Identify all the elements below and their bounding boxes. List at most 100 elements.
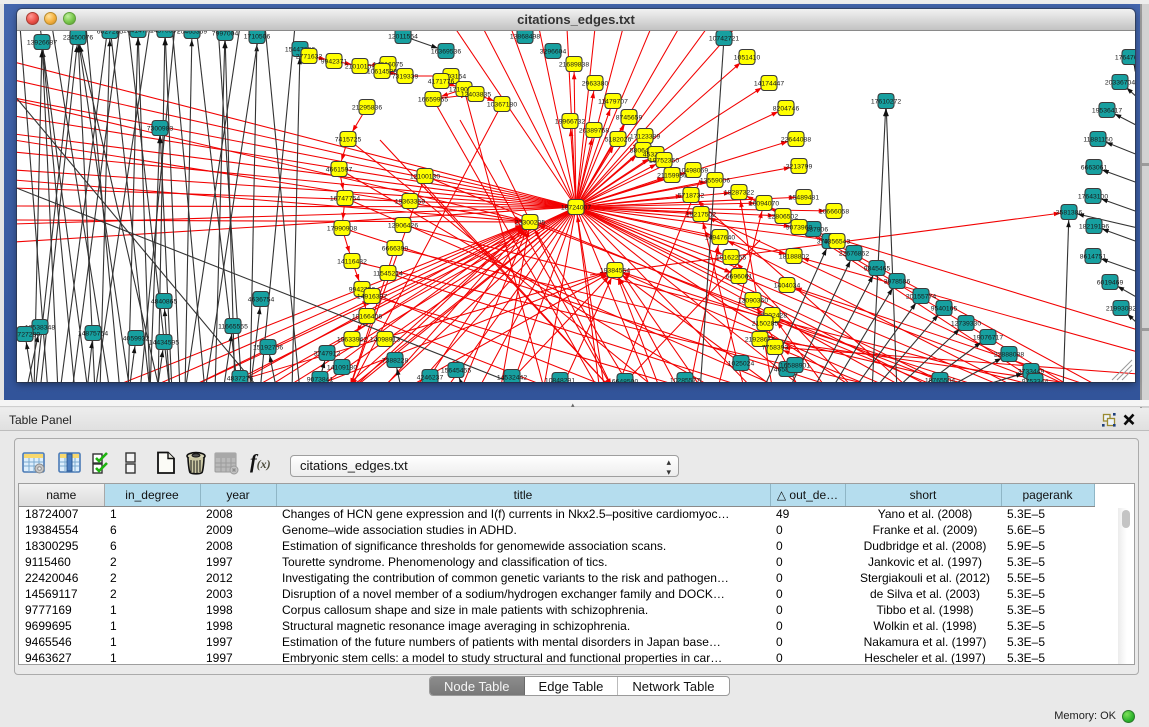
- svg-text:6696061: 6696061: [726, 273, 753, 280]
- svg-text:15645455: 15645455: [441, 367, 471, 374]
- svg-text:1710506: 1710506: [244, 33, 271, 40]
- svg-text:9845465: 9845465: [864, 265, 891, 272]
- svg-text:1051410: 1051410: [734, 54, 761, 61]
- svg-text:14370557: 14370557: [150, 31, 180, 34]
- svg-text:23300205: 23300205: [515, 219, 545, 226]
- svg-text:1404034: 1404034: [774, 282, 801, 289]
- svg-text:15489481: 15489481: [789, 194, 819, 201]
- svg-text:12100130: 12100130: [410, 173, 440, 180]
- svg-text:3581386: 3581386: [1056, 209, 1083, 216]
- svg-text:22450076: 22450076: [63, 34, 93, 41]
- svg-text:19765504: 19765504: [925, 377, 955, 382]
- svg-text:6663061: 6663061: [1081, 164, 1108, 171]
- svg-text:9540165: 9540165: [931, 305, 958, 312]
- svg-text:16588901: 16588901: [780, 362, 810, 369]
- svg-text:16369536: 16369536: [431, 48, 461, 55]
- svg-text:14434595: 14434595: [149, 339, 179, 346]
- svg-text:11881150: 11881150: [1083, 136, 1112, 143]
- svg-text:13559006: 13559006: [700, 177, 730, 184]
- svg-text:8614751: 8614751: [1080, 253, 1107, 260]
- svg-text:21159980: 21159980: [657, 172, 687, 179]
- svg-text:22676862: 22676862: [839, 250, 869, 257]
- svg-text:11665555: 11665555: [218, 323, 248, 330]
- svg-text:9753344: 9753344: [1022, 378, 1049, 382]
- svg-text:18724007: 18724007: [561, 204, 591, 211]
- svg-text:20336704: 20336704: [1105, 79, 1135, 86]
- svg-text:6027285: 6027285: [97, 31, 124, 35]
- svg-text:13926687: 13926687: [27, 39, 57, 46]
- svg-text:9073960: 9073960: [786, 224, 813, 231]
- svg-text:12739330: 12739330: [951, 320, 981, 327]
- svg-text:12906426: 12906426: [388, 222, 418, 229]
- svg-text:8745659: 8745659: [616, 114, 643, 121]
- svg-text:14174447: 14174447: [754, 80, 784, 87]
- svg-text:20465369: 20465369: [177, 31, 207, 35]
- svg-text:4840865: 4840865: [151, 298, 178, 305]
- svg-text:2771632: 2771632: [296, 53, 323, 60]
- svg-text:21993082: 21993082: [1106, 305, 1135, 312]
- svg-text:19384554: 19384554: [600, 267, 630, 274]
- svg-text:4246237: 4246237: [417, 374, 444, 381]
- svg-text:5182026: 5182026: [605, 136, 632, 143]
- svg-text:3978586: 3978586: [884, 278, 911, 285]
- svg-text:16659965: 16659965: [418, 96, 448, 103]
- svg-text:15192706: 15192706: [253, 344, 283, 351]
- svg-text:22888088: 22888088: [994, 351, 1024, 358]
- svg-text:17643100: 17643100: [1078, 193, 1108, 200]
- svg-text:17123389: 17123389: [630, 133, 660, 140]
- svg-text:13868498: 13868498: [510, 33, 540, 40]
- svg-text:6648500: 6648500: [612, 378, 639, 382]
- svg-text:19536417: 19536417: [1092, 107, 1122, 114]
- svg-text:8204746: 8204746: [773, 105, 800, 112]
- svg-text:11545214: 11545214: [373, 270, 403, 277]
- svg-text:4356543: 4356543: [824, 238, 851, 245]
- svg-text:9942371: 9942371: [321, 58, 348, 65]
- svg-text:4059932: 4059932: [123, 335, 150, 342]
- svg-text:7300983: 7300983: [147, 125, 174, 132]
- svg-text:7997004: 7997004: [212, 31, 239, 37]
- svg-text:14875754: 14875754: [78, 330, 108, 337]
- svg-text:20155774: 20155774: [906, 293, 936, 300]
- svg-text:4661597: 4661597: [326, 166, 353, 173]
- svg-text:10848291: 10848291: [545, 377, 575, 382]
- svg-text:10666058: 10666058: [819, 208, 849, 215]
- svg-text:19633942: 19633942: [337, 336, 367, 343]
- svg-text:2963380: 2963380: [582, 80, 609, 87]
- svg-text:21295836: 21295836: [352, 104, 382, 111]
- svg-text:3213799: 3213799: [786, 163, 813, 170]
- svg-text:4636754: 4636754: [248, 296, 275, 303]
- svg-text:3747912: 3747912: [314, 350, 341, 357]
- svg-text:18188802: 18188802: [779, 253, 809, 260]
- svg-text:14109180: 14109180: [327, 364, 357, 371]
- svg-text:10285577: 10285577: [670, 377, 700, 382]
- svg-text:14916397: 14916397: [357, 293, 387, 300]
- svg-text:7758393: 7758393: [762, 344, 789, 351]
- svg-text:19363359: 19363359: [395, 198, 425, 205]
- svg-text:2150285: 2150285: [752, 320, 779, 327]
- svg-text:4837276: 4837276: [227, 375, 254, 382]
- svg-text:18219196: 18219196: [1079, 223, 1109, 230]
- svg-text:1025024: 1025024: [728, 360, 755, 367]
- svg-text:10166406: 10166406: [352, 313, 382, 320]
- svg-text:19217502: 19217502: [686, 211, 716, 218]
- svg-text:13727280: 13727280: [17, 331, 40, 338]
- svg-text:9073841: 9073841: [307, 376, 334, 382]
- svg-text:22644088: 22644088: [781, 136, 811, 143]
- svg-text:14532442: 14532442: [497, 374, 527, 381]
- svg-text:16747754: 16747754: [330, 195, 360, 202]
- svg-text:10162255: 10162255: [716, 254, 746, 261]
- svg-text:20389758: 20389758: [579, 127, 609, 134]
- svg-text:7319339: 7319339: [392, 73, 419, 80]
- svg-text:16414779: 16414779: [123, 31, 153, 34]
- svg-text:18287322: 18287322: [724, 189, 754, 196]
- svg-text:19076717: 19076717: [973, 334, 1003, 341]
- svg-text:7388228: 7388228: [382, 357, 409, 364]
- svg-text:12011564: 12011564: [388, 33, 418, 40]
- svg-text:6666390: 6666390: [382, 245, 409, 252]
- svg-text:13090360: 13090360: [738, 297, 768, 304]
- svg-text:14947640: 14947640: [705, 234, 735, 241]
- svg-text:5718732: 5718732: [678, 192, 705, 199]
- svg-text:16094070: 16094070: [749, 200, 779, 207]
- svg-text:19752350: 19752350: [649, 157, 679, 164]
- svg-text:4171776: 4171776: [428, 78, 455, 85]
